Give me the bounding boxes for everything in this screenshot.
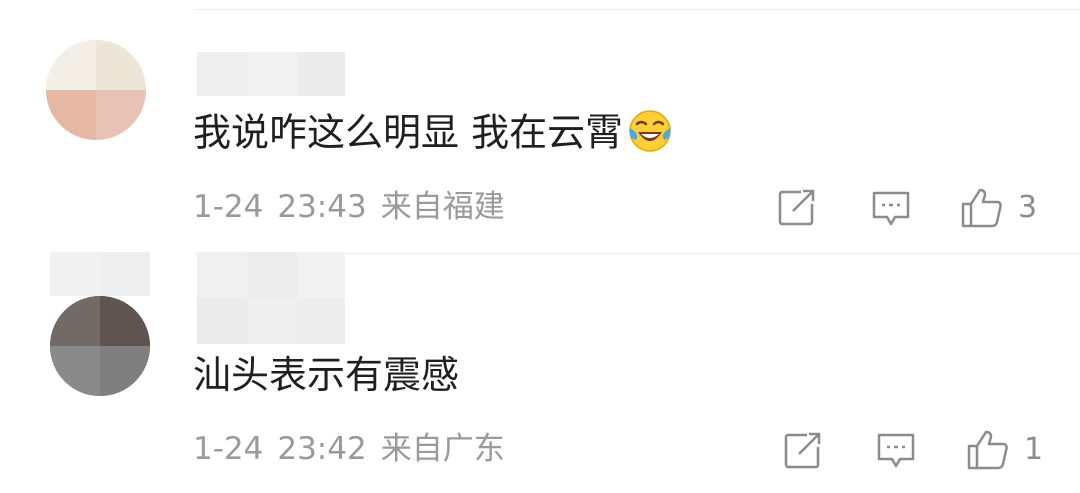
avatar-frame-redacted [50, 252, 150, 296]
share-icon [784, 432, 821, 469]
comment-location: 来自福建 [380, 189, 505, 225]
share-button[interactable] [783, 432, 823, 470]
like-count: 1 [1024, 432, 1044, 467]
comment-body: 我说咋这么明显 我在云霄 [193, 110, 624, 155]
username-redacted[interactable] [197, 252, 345, 344]
divider [195, 9, 1080, 10]
comment-date: 1-24 [193, 431, 264, 467]
like-button[interactable]: 1 [966, 429, 1043, 471]
share-icon [778, 189, 815, 226]
avatar[interactable] [50, 296, 150, 396]
comment-text: 我说咋这么明显 我在云霄 [193, 110, 673, 158]
share-button[interactable] [777, 189, 817, 227]
comment-location: 来自广东 [380, 431, 505, 467]
reply-button[interactable] [876, 431, 916, 471]
avatar[interactable] [46, 40, 146, 140]
comment-time: 23:42 [277, 431, 367, 467]
reply-button[interactable] [871, 189, 911, 229]
like-button[interactable]: 3 [960, 187, 1037, 229]
comment-meta: 1-24 23:42 来自广东 [193, 434, 519, 465]
thumbs-up-icon [961, 188, 1002, 228]
comment-icon [877, 433, 915, 468]
comment-icon [872, 191, 910, 226]
like-count: 3 [1018, 190, 1038, 225]
comment-date: 1-24 [193, 189, 264, 225]
comment-time: 23:43 [277, 189, 367, 225]
laughing-crying-emoji-icon [629, 110, 671, 152]
thumbs-up-icon [967, 430, 1008, 470]
comment-meta: 1-24 23:43 来自福建 [193, 192, 519, 223]
username-redacted[interactable] [197, 52, 345, 96]
comment-text: 汕头表示有震感 [193, 353, 460, 397]
